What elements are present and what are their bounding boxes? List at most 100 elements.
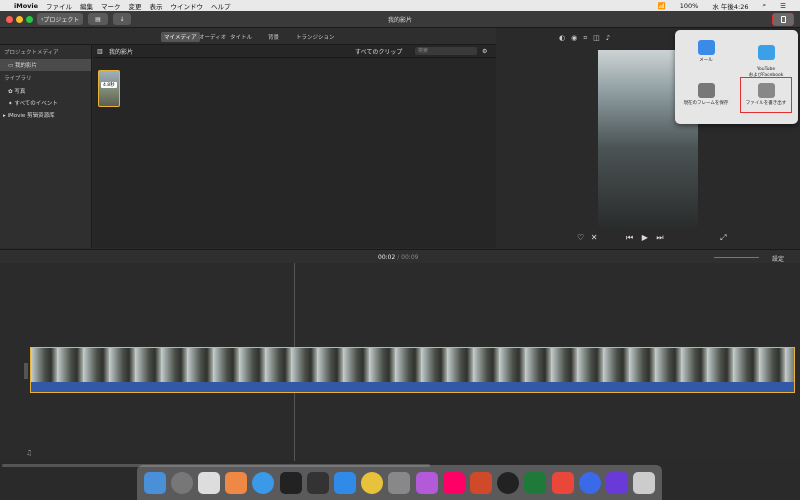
mail-icon (697, 40, 715, 55)
search-input[interactable]: 検索 (415, 47, 477, 55)
control-center-icon[interactable]: ☰ (780, 2, 786, 10)
media-tab-bar: マイメディア オーディオ タイトル 背景 トランジション (0, 28, 496, 45)
window-toolbar: ‹ プロジェクト ▤ ↓ 我的影片 (0, 11, 800, 28)
finder-icon[interactable] (143, 471, 166, 494)
tab-transitions[interactable]: トランジション (293, 32, 338, 42)
viewer-tools: ◐◉⌗◫♪ (559, 34, 616, 43)
reject-icon[interactable]: ✕ (591, 233, 598, 242)
playback-controls: ♡ ✕ ⏮ ▶ ⏭ ⤢ (577, 233, 727, 243)
menu-window[interactable]: ウインドウ (171, 1, 204, 11)
timeline-video-clip[interactable] (30, 347, 795, 393)
skip-back-icon[interactable]: ⏮ (626, 233, 633, 242)
project-media-heading: プロジェクトメディア (4, 50, 59, 56)
system-preferences-icon[interactable] (388, 471, 411, 494)
image-icon (697, 83, 715, 98)
terminal-icon[interactable] (279, 471, 302, 494)
timecode: 00:02 / 00:09 (378, 254, 418, 261)
settings-button[interactable]: 設定 (772, 254, 784, 263)
imovie-icon[interactable] (606, 471, 629, 494)
color-balance-icon[interactable]: ◐ (559, 34, 571, 42)
heart-icon[interactable]: ♡ (577, 233, 584, 242)
color-correction-icon[interactable]: ◉ (571, 34, 583, 42)
sidebar-item-project[interactable]: ▭ 我的影片 (0, 59, 91, 71)
creative-cloud-icon[interactable] (551, 471, 574, 494)
app-store-grid-icon[interactable] (225, 471, 248, 494)
dock (137, 465, 662, 500)
chrome-icon[interactable] (361, 471, 384, 494)
library-heading: ライブラリ (4, 76, 32, 82)
powerpoint-icon[interactable] (470, 471, 493, 494)
menu-edit[interactable]: 編集 (80, 1, 93, 11)
clip-filter-dropdown[interactable]: すべてのクリップ (355, 47, 402, 56)
share-icon (780, 16, 786, 23)
search-placeholder: 検索 (418, 48, 429, 54)
sidebar-toggle-icon[interactable]: ▥ (97, 48, 103, 55)
skip-forward-icon[interactable]: ⏭ (656, 233, 663, 242)
stabilization-icon[interactable]: ◫ (593, 34, 606, 42)
play-icon[interactable]: ▶ (642, 233, 648, 242)
safari-icon[interactable] (252, 471, 275, 494)
volume-icon[interactable]: ♪ (606, 34, 616, 42)
fullscreen-icon[interactable]: ⤢ (720, 233, 726, 242)
export-file-item[interactable]: ファイルを書き出す (740, 77, 792, 113)
audio-waveform (31, 382, 794, 392)
launchpad-icon[interactable] (170, 471, 193, 494)
share-email-item[interactable]: メール (680, 40, 732, 63)
menu-modify[interactable]: 変更 (129, 1, 142, 11)
screenshot-app-icon[interactable] (198, 471, 220, 494)
total-time: 00:09 (401, 254, 419, 261)
music-icon[interactable] (442, 471, 465, 494)
menu-bar: iMovie ファイル 編集 マーク 変更 表示 ウインドウ ヘルプ 📶 100… (0, 0, 800, 11)
save-frame-item[interactable]: 現在のフレームを保存 (680, 83, 732, 106)
share-youtube-facebook-item[interactable]: YouTube およびFacebook (740, 40, 792, 78)
library-sidebar: プロジェクトメディア ▭ 我的影片 ライブラリ ✿ 写真 ✦ すべてのイベント … (0, 45, 92, 248)
search-icon[interactable]: ⌕ (763, 1, 767, 10)
sidebar-item-photos[interactable]: ✿ 写真 (0, 85, 91, 97)
clip-duration: 4.8秒 (101, 82, 117, 88)
menu-view[interactable]: 表示 (150, 1, 163, 11)
trash-icon[interactable] (633, 471, 656, 494)
tab-titles[interactable]: タイトル (227, 32, 255, 42)
wifi-icon[interactable]: 📶 (658, 2, 666, 10)
media-browser: ▥ 我的影片 すべてのクリップ 検索 ⚙ 4.8秒 (93, 45, 496, 248)
settings-gear-icon[interactable]: ⚙ (482, 48, 487, 55)
share-item-label: メール (699, 58, 713, 63)
track-handle[interactable] (24, 363, 28, 379)
crop-icon[interactable]: ⌗ (583, 34, 593, 42)
tab-backgrounds[interactable]: 背景 (265, 32, 282, 42)
sidebar-item-label: 我的影片 (14, 63, 37, 69)
zoom-slider[interactable] (714, 257, 759, 258)
youtube-facebook-icon (757, 45, 775, 60)
tab-my-media[interactable]: マイメディア (161, 32, 200, 42)
current-time: 00:02 (378, 254, 396, 261)
window-title: 我的影片 (387, 17, 412, 24)
audio-note-icon[interactable]: ♫ (26, 449, 32, 457)
timeline-header: 00:02 / 00:09 設定 (0, 249, 800, 263)
console-icon[interactable] (306, 471, 329, 494)
menu-help[interactable]: ヘルプ (211, 1, 231, 11)
film-file-icon (757, 83, 775, 98)
browser-header: ▥ 我的影片 すべてのクリップ 検索 ⚙ (93, 45, 496, 58)
sidebar-item-all-events[interactable]: ✦ すべてのイベント (0, 97, 91, 109)
media-clip-thumbnail[interactable]: 4.8秒 (98, 70, 120, 107)
media-player-icon[interactable] (415, 471, 438, 494)
battery-level[interactable]: 100% (680, 2, 699, 10)
share-button[interactable] (772, 13, 794, 26)
app-store-icon[interactable] (334, 471, 357, 494)
qq-icon[interactable] (497, 471, 520, 494)
tab-audio[interactable]: オーディオ (196, 32, 229, 42)
sidebar-item-library[interactable]: ▸ iMovie 剪辑资源库 (0, 109, 91, 121)
app-menu[interactable]: iMovie (14, 2, 38, 10)
sidebar-item-label: すべてのイベント (14, 101, 58, 107)
share-item-label: ファイルを書き出す (745, 101, 787, 106)
browser-title: 我的影片 (109, 48, 134, 56)
excel-icon[interactable] (524, 471, 547, 494)
timeline[interactable]: ♫ (0, 263, 800, 467)
sidebar-item-label: 写真 (14, 89, 26, 95)
share-popover: メール YouTube およびFacebook 現在のフレームを保存 ファイルを… (675, 30, 798, 124)
clock[interactable]: 水 午後4:26 (712, 1, 748, 11)
film-icon: ▭ (8, 63, 15, 69)
quicktime-icon[interactable] (578, 471, 601, 494)
menu-file[interactable]: ファイル (46, 1, 72, 11)
menu-mark[interactable]: マーク (101, 1, 121, 11)
